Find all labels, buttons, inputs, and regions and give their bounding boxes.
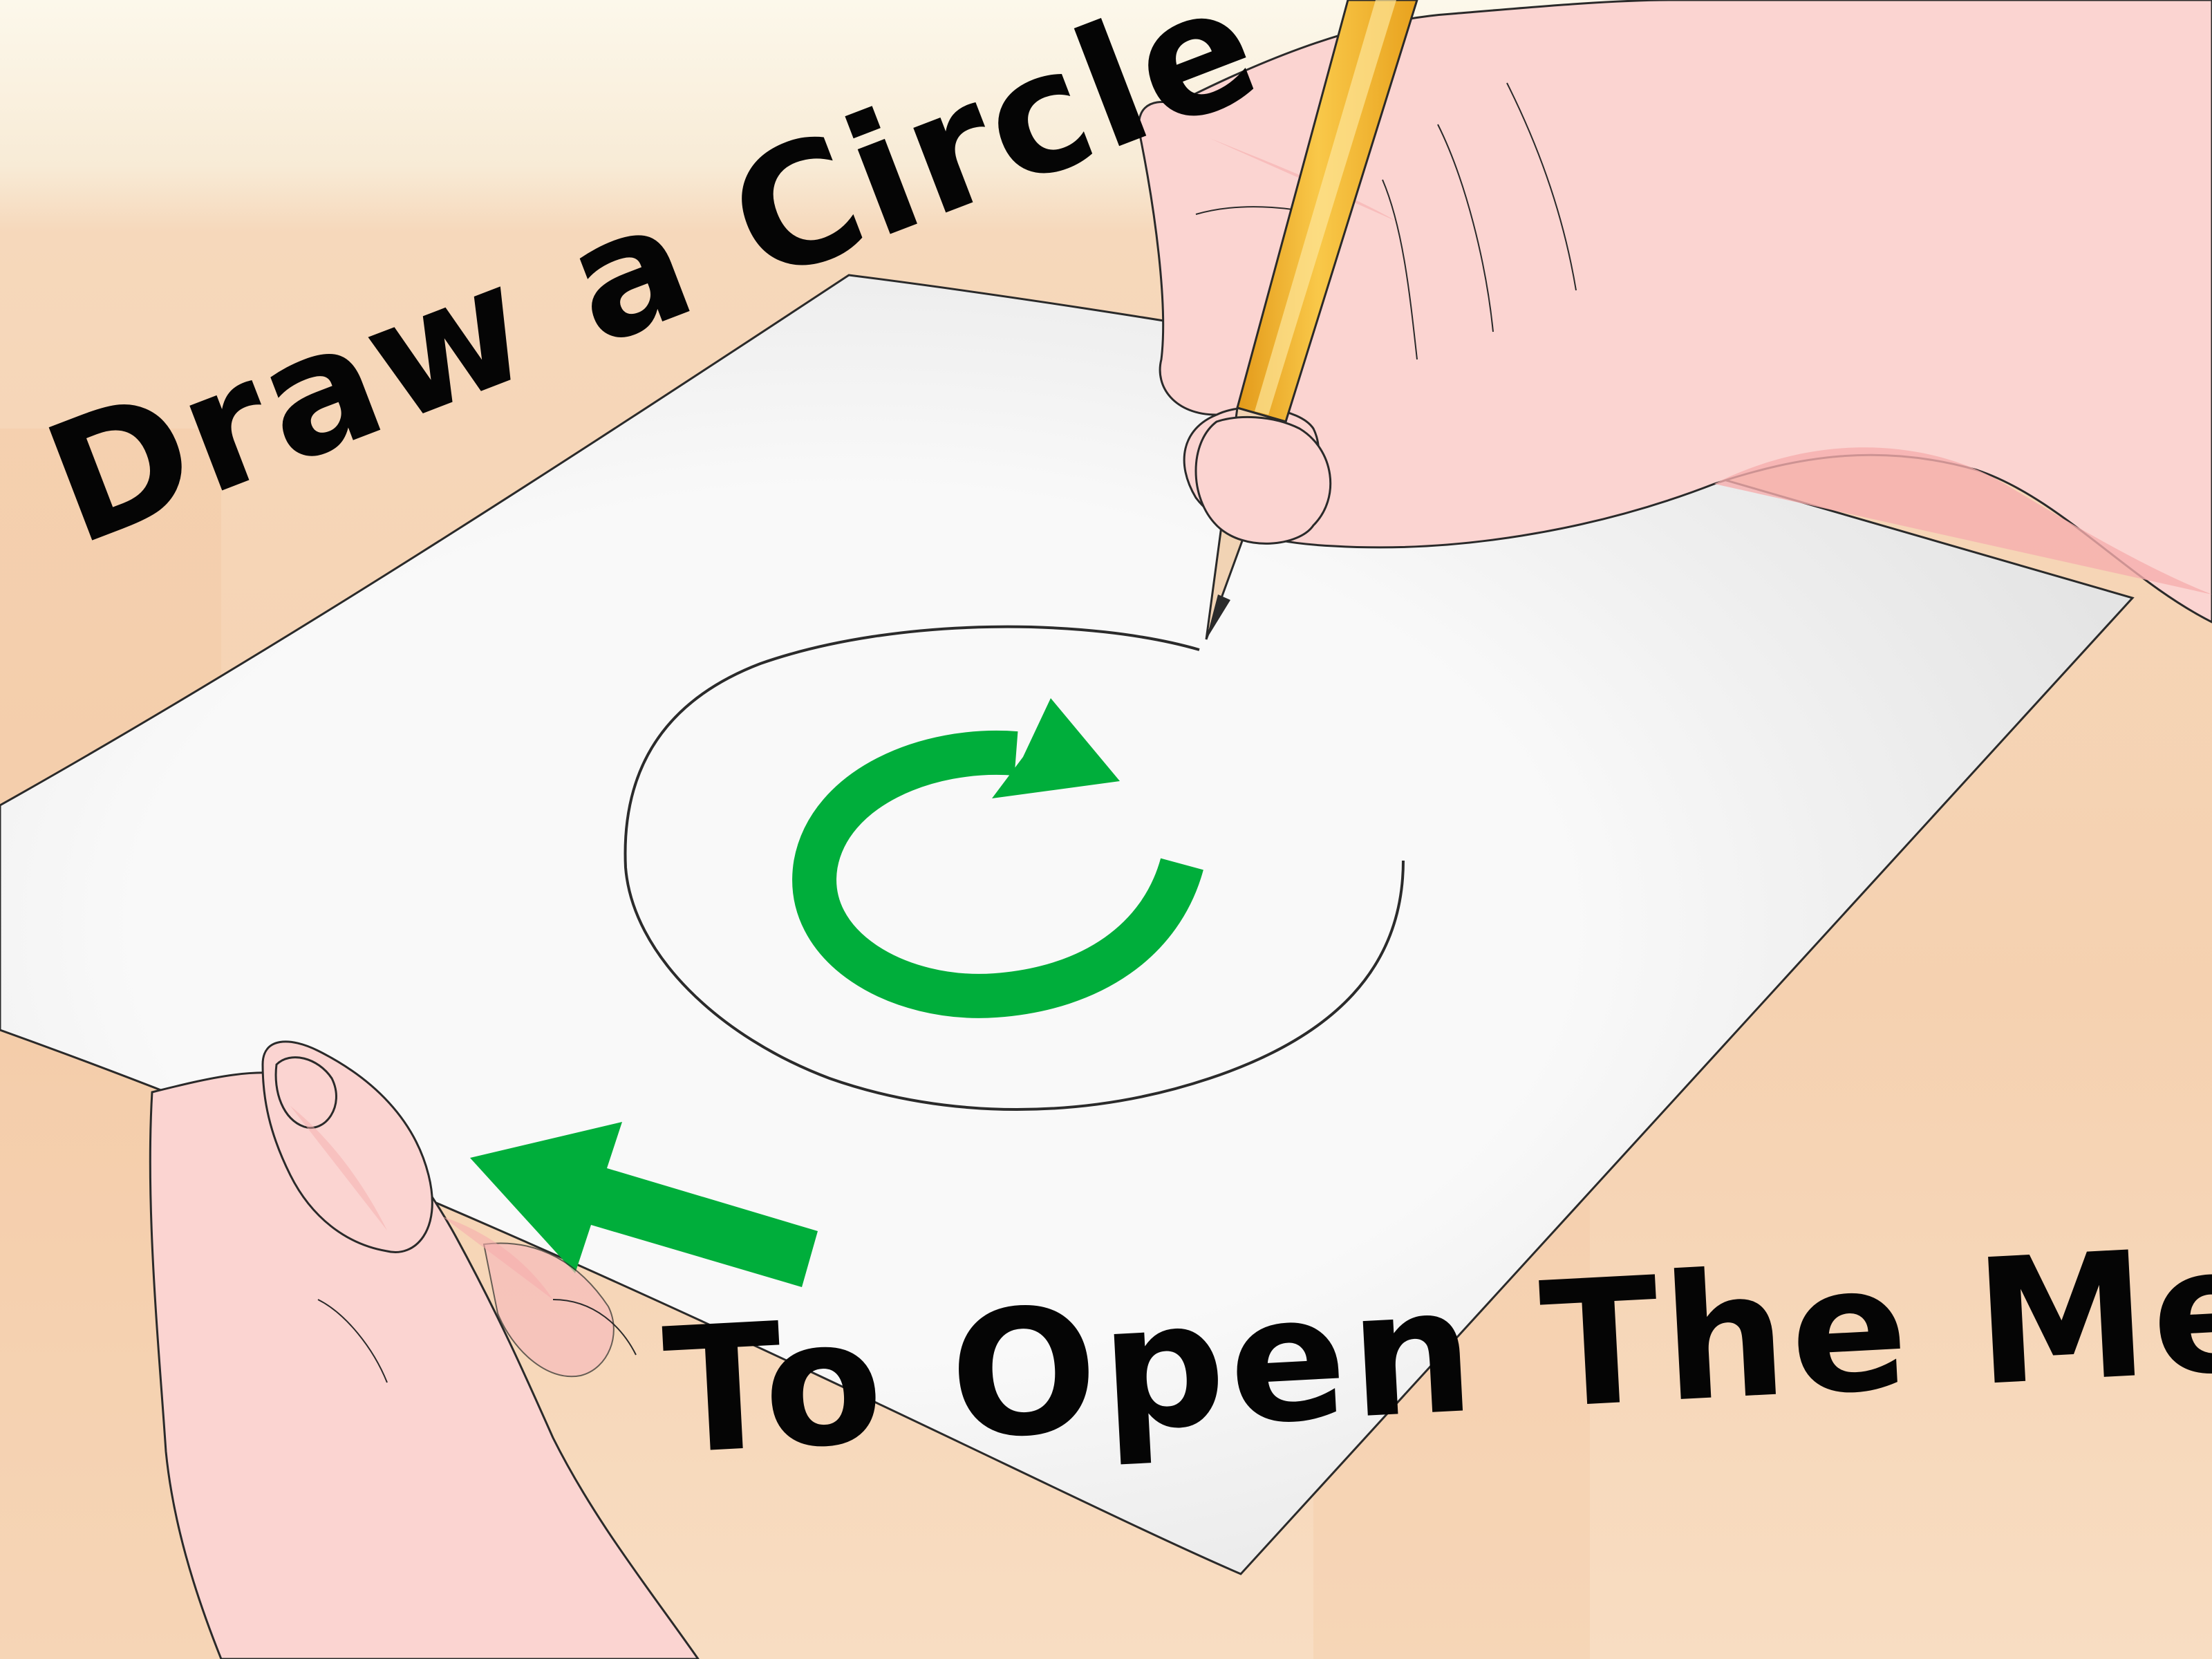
writing-hand-thumb xyxy=(1194,415,1332,545)
illustration-scene: Draw a Circle To Open The Menu xyxy=(0,0,2212,1659)
